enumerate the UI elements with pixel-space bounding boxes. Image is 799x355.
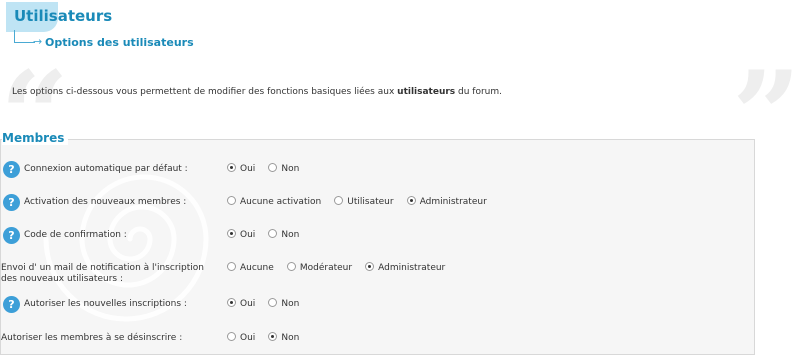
radio-button[interactable] xyxy=(227,163,236,172)
radio-group-allow-unsubscribe: Oui Non xyxy=(227,332,307,346)
radio-button[interactable] xyxy=(227,196,236,205)
radio-group-allow-registrations: Oui Non xyxy=(227,298,307,312)
radio-label: Administrateur xyxy=(419,197,487,207)
radio-label: Utilisateur xyxy=(347,197,394,207)
intro-text: Les options ci-dessous vous permettent d… xyxy=(12,87,502,97)
radio-label: Non xyxy=(281,164,300,174)
radio-option-administrateur[interactable]: Administrateur xyxy=(406,196,487,207)
radio-option-oui[interactable]: Oui xyxy=(227,332,255,343)
radio-group-auto-login: Oui Non xyxy=(227,163,307,177)
radio-label: Non xyxy=(281,299,300,309)
radio-label: Administrateur xyxy=(378,263,446,273)
intro-text-start: Les options ci-dessous vous permettent d… xyxy=(12,87,398,97)
help-icon[interactable]: ? xyxy=(3,161,20,178)
radio-button[interactable] xyxy=(268,332,278,341)
radio-option-moderateur[interactable]: Modérateur xyxy=(286,262,353,273)
setting-label: Envoi d' un mail de notification à l'ins… xyxy=(1,263,204,285)
setting-label-line2: des nouveaux utilisateurs : xyxy=(1,274,123,284)
setting-row-confirmation-code: ? Code de confirmation : Oui Non xyxy=(0,226,755,246)
radio-button[interactable] xyxy=(268,163,278,172)
radio-button[interactable] xyxy=(268,229,278,238)
radio-label: Aucune xyxy=(240,263,274,273)
radio-option-non[interactable]: Non xyxy=(268,298,299,309)
radio-option-oui[interactable]: Oui xyxy=(227,298,255,309)
radio-button[interactable] xyxy=(286,262,296,271)
radio-button[interactable] xyxy=(227,262,236,271)
radio-label: Non xyxy=(281,333,300,343)
radio-label: Modérateur xyxy=(299,263,353,273)
radio-option-administrateur[interactable]: Administrateur xyxy=(365,262,445,273)
radio-button[interactable] xyxy=(334,196,344,205)
intro-text-end: du forum. xyxy=(455,87,503,97)
radio-button[interactable] xyxy=(406,196,416,205)
section-title-members: Membres xyxy=(2,131,69,145)
setting-label-line1: Envoi d' un mail de notification à l'ins… xyxy=(1,263,204,273)
radio-button[interactable] xyxy=(227,298,236,307)
breadcrumb-connector xyxy=(14,30,35,43)
help-icon[interactable]: ? xyxy=(3,227,20,244)
setting-row-auto-login: ? Connexion automatique par défaut : Oui… xyxy=(0,160,755,180)
radio-option-non[interactable]: Non xyxy=(268,163,299,174)
radio-option-oui[interactable]: Oui xyxy=(227,229,255,240)
setting-label: Activation des nouveaux membres : xyxy=(24,197,187,207)
setting-label: Autoriser les membres à se désinscrire : xyxy=(1,333,183,343)
radio-group-member-activation: Aucune activation Utilisateur Administra… xyxy=(227,196,495,210)
setting-row-allow-unsubscribe: Autoriser les membres à se désinscrire :… xyxy=(0,329,755,349)
help-icon[interactable]: ? xyxy=(3,296,20,313)
radio-button[interactable] xyxy=(268,298,278,307)
intro-text-bold: utilisateurs xyxy=(397,87,456,97)
radio-label: Oui xyxy=(240,164,256,174)
radio-label: Aucune activation xyxy=(240,197,322,207)
radio-button[interactable] xyxy=(227,229,236,238)
setting-label: Connexion automatique par défaut : xyxy=(24,164,188,174)
setting-row-member-activation: ? Activation des nouveaux membres : Aucu… xyxy=(0,193,755,213)
setting-label: Code de confirmation : xyxy=(24,230,127,240)
radio-button[interactable] xyxy=(365,262,375,271)
radio-option-non[interactable]: Non xyxy=(268,332,299,343)
page-title: Utilisateurs xyxy=(14,7,113,25)
radio-option-non[interactable]: Non xyxy=(268,229,299,240)
radio-group-registration-notification: Aucune Modérateur Administrateur xyxy=(227,262,453,276)
radio-option-aucune-activation[interactable]: Aucune activation xyxy=(227,196,321,207)
radio-option-aucune[interactable]: Aucune xyxy=(227,262,274,273)
radio-button[interactable] xyxy=(227,332,236,341)
radio-group-confirmation-code: Oui Non xyxy=(227,229,307,243)
radio-label: Oui xyxy=(240,299,256,309)
radio-label: Non xyxy=(281,230,300,240)
radio-option-oui[interactable]: Oui xyxy=(227,163,255,174)
radio-option-utilisateur[interactable]: Utilisateur xyxy=(334,196,394,207)
setting-row-registration-notification: Envoi d' un mail de notification à l'ins… xyxy=(0,259,755,285)
radio-label: Oui xyxy=(240,333,256,343)
setting-label: Autoriser les nouvelles inscriptions : xyxy=(24,299,187,309)
help-icon[interactable]: ? xyxy=(3,194,20,211)
setting-row-allow-registrations: ? Autoriser les nouvelles inscriptions :… xyxy=(0,295,755,315)
radio-label: Oui xyxy=(240,230,256,240)
